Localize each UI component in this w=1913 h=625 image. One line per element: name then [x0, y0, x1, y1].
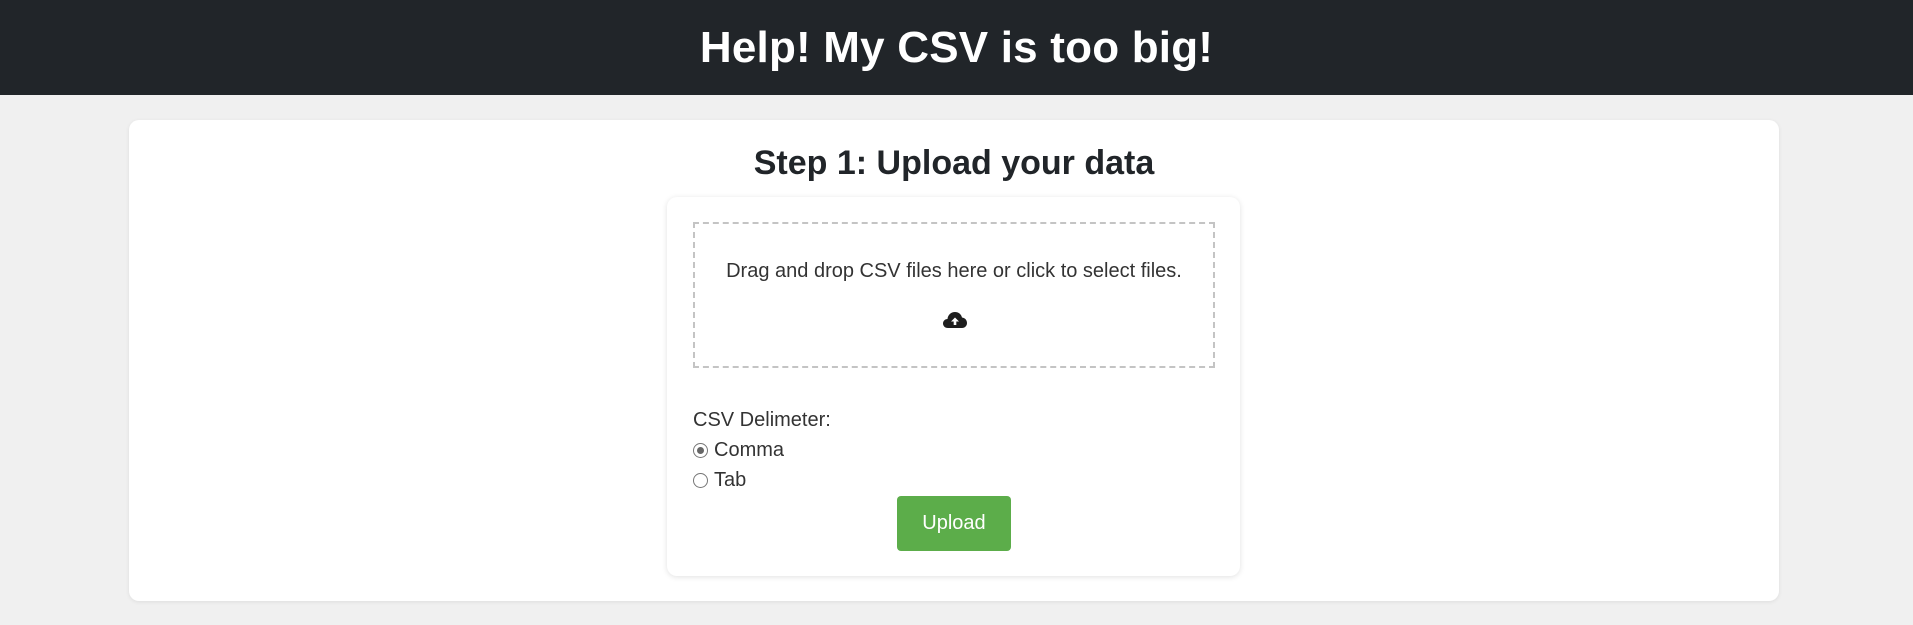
- radio-tab-label: Tab: [714, 469, 747, 491]
- radio-tab[interactable]: Tab: [693, 469, 746, 492]
- main-card: Step 1: Upload your data Drag and drop C…: [129, 120, 1779, 601]
- site-header: Help! My CSV is too big!: [0, 0, 1913, 95]
- radio-comma-button[interactable]: [693, 443, 708, 458]
- file-dropzone[interactable]: Drag and drop CSV files here or click to…: [693, 222, 1215, 368]
- page-title: Help! My CSV is too big!: [699, 22, 1214, 72]
- cloud-upload-icon: [943, 312, 967, 328]
- dropzone-text: Drag and drop CSV files here or click to…: [726, 260, 1182, 282]
- radio-tab-button[interactable]: [693, 473, 708, 488]
- radio-comma[interactable]: Comma: [693, 439, 784, 462]
- upload-panel: Drag and drop CSV files here or click to…: [667, 197, 1240, 576]
- step-title: Step 1: Upload your data: [753, 144, 1155, 182]
- delimiter-label: CSV Delimeter:: [693, 409, 831, 431]
- radio-comma-label: Comma: [714, 439, 785, 461]
- upload-button[interactable]: Upload: [897, 496, 1011, 551]
